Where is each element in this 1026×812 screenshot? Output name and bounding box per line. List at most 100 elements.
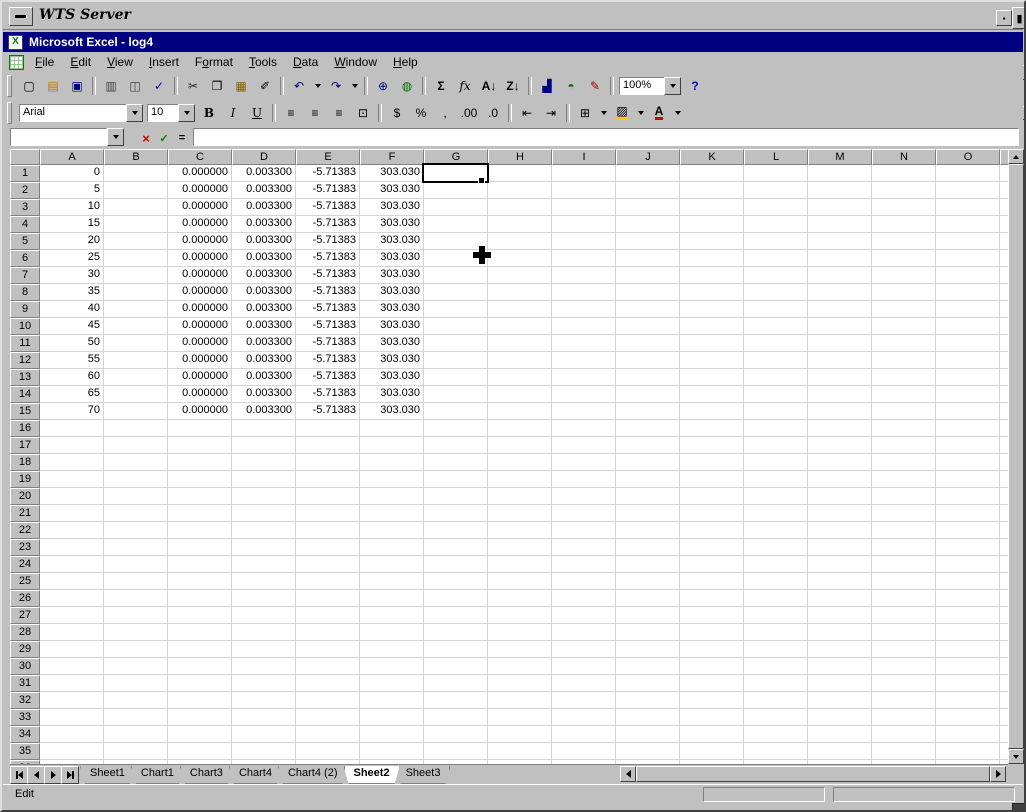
undo-dropdown-button[interactable] bbox=[311, 75, 324, 97]
cell-O27[interactable] bbox=[936, 607, 1000, 624]
new-button[interactable]: ▢ bbox=[17, 75, 41, 97]
toolbar-drag-handle[interactable] bbox=[7, 102, 12, 124]
fill-color-dropdown-button[interactable] bbox=[634, 102, 647, 124]
horizontal-scroll-thumb[interactable] bbox=[636, 766, 990, 782]
sheet-tab-sheet3[interactable]: Sheet3 bbox=[396, 766, 451, 784]
cell-P16[interactable] bbox=[1000, 420, 1008, 437]
cell-A26[interactable] bbox=[40, 590, 104, 607]
cell-J31[interactable] bbox=[616, 675, 680, 692]
cell-H14[interactable] bbox=[488, 386, 552, 403]
cell-P34[interactable] bbox=[1000, 726, 1008, 743]
cell-N1[interactable] bbox=[872, 165, 936, 182]
cell-F20[interactable] bbox=[360, 488, 424, 505]
cell-K9[interactable] bbox=[680, 301, 744, 318]
cell-M28[interactable] bbox=[808, 624, 872, 641]
insert-hyperlink-button[interactable]: ⊕ bbox=[371, 75, 395, 97]
cell-B2[interactable] bbox=[104, 182, 168, 199]
cell-A25[interactable] bbox=[40, 573, 104, 590]
row-header-23[interactable]: 23 bbox=[10, 539, 40, 556]
cell-F13[interactable]: 303.030 bbox=[360, 369, 424, 386]
cell-J5[interactable] bbox=[616, 233, 680, 250]
cell-K31[interactable] bbox=[680, 675, 744, 692]
cell-J18[interactable] bbox=[616, 454, 680, 471]
cell-I27[interactable] bbox=[552, 607, 616, 624]
cell-K4[interactable] bbox=[680, 216, 744, 233]
drawing-button[interactable]: ✎ bbox=[583, 75, 607, 97]
font-size-value[interactable]: 10 bbox=[147, 104, 178, 122]
cell-A30[interactable] bbox=[40, 658, 104, 675]
cell-O4[interactable] bbox=[936, 216, 1000, 233]
cell-G14[interactable] bbox=[424, 386, 488, 403]
row-header-35[interactable]: 35 bbox=[10, 743, 40, 760]
resize-grip[interactable] bbox=[1012, 803, 1026, 812]
cell-G20[interactable] bbox=[424, 488, 488, 505]
cell-H33[interactable] bbox=[488, 709, 552, 726]
cell-E27[interactable] bbox=[296, 607, 360, 624]
wts-minimize-button[interactable]: ▪ bbox=[996, 10, 1012, 26]
cell-E8[interactable]: -5.71383 bbox=[296, 284, 360, 301]
cell-O14[interactable] bbox=[936, 386, 1000, 403]
cell-M15[interactable] bbox=[808, 403, 872, 420]
cell-G33[interactable] bbox=[424, 709, 488, 726]
cell-B13[interactable] bbox=[104, 369, 168, 386]
cell-E20[interactable] bbox=[296, 488, 360, 505]
cell-C22[interactable] bbox=[168, 522, 232, 539]
cell-J27[interactable] bbox=[616, 607, 680, 624]
cell-H34[interactable] bbox=[488, 726, 552, 743]
cell-K34[interactable] bbox=[680, 726, 744, 743]
cell-F3[interactable]: 303.030 bbox=[360, 199, 424, 216]
cell-C11[interactable]: 0.000000 bbox=[168, 335, 232, 352]
cell-O20[interactable] bbox=[936, 488, 1000, 505]
cell-H16[interactable] bbox=[488, 420, 552, 437]
paste-function-button[interactable]: fx bbox=[453, 75, 477, 97]
align-right-button[interactable]: ≡ bbox=[327, 102, 351, 124]
cell-C23[interactable] bbox=[168, 539, 232, 556]
cell-P9[interactable] bbox=[1000, 301, 1008, 318]
row-header-2[interactable]: 2 bbox=[10, 182, 40, 199]
cell-K5[interactable] bbox=[680, 233, 744, 250]
cell-M19[interactable] bbox=[808, 471, 872, 488]
row-header-15[interactable]: 15 bbox=[10, 403, 40, 420]
cell-A7[interactable]: 30 bbox=[40, 267, 104, 284]
cell-C21[interactable] bbox=[168, 505, 232, 522]
cell-B20[interactable] bbox=[104, 488, 168, 505]
cell-P30[interactable] bbox=[1000, 658, 1008, 675]
cell-P31[interactable] bbox=[1000, 675, 1008, 692]
print-preview-button[interactable]: ◫ bbox=[123, 75, 147, 97]
cell-I18[interactable] bbox=[552, 454, 616, 471]
cell-B22[interactable] bbox=[104, 522, 168, 539]
cell-O33[interactable] bbox=[936, 709, 1000, 726]
cell-K7[interactable] bbox=[680, 267, 744, 284]
cell-L2[interactable] bbox=[744, 182, 808, 199]
cell-G34[interactable] bbox=[424, 726, 488, 743]
cell-D18[interactable] bbox=[232, 454, 296, 471]
cell-E4[interactable]: -5.71383 bbox=[296, 216, 360, 233]
cell-B9[interactable] bbox=[104, 301, 168, 318]
cell-D12[interactable]: 0.003300 bbox=[232, 352, 296, 369]
cell-D7[interactable]: 0.003300 bbox=[232, 267, 296, 284]
cell-J28[interactable] bbox=[616, 624, 680, 641]
undo-button[interactable]: ↶ bbox=[287, 75, 311, 97]
cell-C16[interactable] bbox=[168, 420, 232, 437]
cell-C35[interactable] bbox=[168, 743, 232, 760]
cell-N6[interactable] bbox=[872, 250, 936, 267]
cell-B7[interactable] bbox=[104, 267, 168, 284]
cell-F25[interactable] bbox=[360, 573, 424, 590]
align-center-button[interactable]: ≡ bbox=[303, 102, 327, 124]
cell-L34[interactable] bbox=[744, 726, 808, 743]
cell-H9[interactable] bbox=[488, 301, 552, 318]
font-size-dropdown-button[interactable] bbox=[178, 104, 195, 122]
row-header-5[interactable]: 5 bbox=[10, 233, 40, 250]
cell-J30[interactable] bbox=[616, 658, 680, 675]
cell-C29[interactable] bbox=[168, 641, 232, 658]
cell-D29[interactable] bbox=[232, 641, 296, 658]
cell-O9[interactable] bbox=[936, 301, 1000, 318]
redo-button[interactable]: ↷ bbox=[324, 75, 348, 97]
row-header-19[interactable]: 19 bbox=[10, 471, 40, 488]
cell-H15[interactable] bbox=[488, 403, 552, 420]
cell-O3[interactable] bbox=[936, 199, 1000, 216]
cell-N28[interactable] bbox=[872, 624, 936, 641]
cell-F2[interactable]: 303.030 bbox=[360, 182, 424, 199]
cell-K26[interactable] bbox=[680, 590, 744, 607]
cell-C15[interactable]: 0.000000 bbox=[168, 403, 232, 420]
